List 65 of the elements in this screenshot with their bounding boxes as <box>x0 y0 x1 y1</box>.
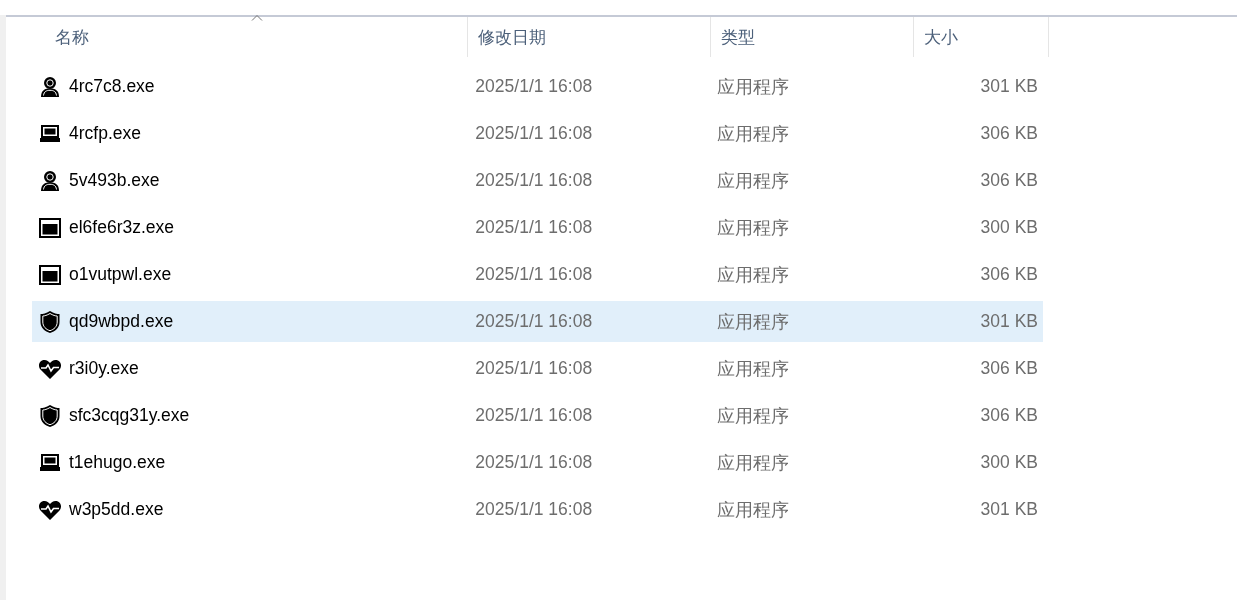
file-row[interactable]: o1vutpwl.exe 2025/1/1 16:08 应用程序 306 KB <box>32 254 1043 295</box>
file-size: 306 KB <box>980 405 1038 425</box>
laptop-icon <box>38 124 61 143</box>
file-name: t1ehugo.exe <box>69 452 166 473</box>
shield-icon <box>38 403 61 428</box>
file-size: 306 KB <box>980 123 1038 143</box>
file-type: 应用程序 <box>716 217 789 238</box>
file-size: 301 KB <box>980 311 1038 331</box>
file-row[interactable]: 5v493b.exe 2025/1/1 16:08 应用程序 306 KB <box>32 160 1043 201</box>
file-row[interactable]: 4rc7c8.exe 2025/1/1 16:08 应用程序 301 KB <box>32 66 1043 107</box>
modified-date: 2025/1/1 16:08 <box>475 452 593 472</box>
sort-caret-icon <box>250 14 263 21</box>
laptop-icon <box>38 453 61 472</box>
person-icon <box>38 75 61 98</box>
file-size: 306 KB <box>980 358 1038 378</box>
file-type: 应用程序 <box>716 311 789 332</box>
file-size: 306 KB <box>980 264 1038 284</box>
file-row[interactable]: qd9wbpd.exe 2025/1/1 16:08 应用程序 301 KB <box>32 301 1043 342</box>
file-name: w3p5dd.exe <box>69 499 164 520</box>
modified-date: 2025/1/1 16:08 <box>475 123 593 143</box>
column-header[interactable]: 修改日期 <box>468 17 711 57</box>
column-header[interactable]: 名称 <box>32 17 468 57</box>
file-row[interactable]: t1ehugo.exe 2025/1/1 16:08 应用程序 300 KB <box>32 442 1043 483</box>
column-header[interactable]: 类型 <box>711 17 914 57</box>
file-row[interactable]: r3i0y.exe 2025/1/1 16:08 应用程序 306 KB <box>32 348 1043 389</box>
file-type: 应用程序 <box>716 264 789 285</box>
file-type: 应用程序 <box>716 405 789 426</box>
file-size: 306 KB <box>980 170 1038 190</box>
window-icon <box>38 217 61 238</box>
modified-date: 2025/1/1 16:08 <box>475 217 593 237</box>
file-type: 应用程序 <box>716 499 789 520</box>
file-size: 300 KB <box>980 452 1038 472</box>
file-size: 301 KB <box>980 499 1038 519</box>
file-row[interactable]: sfc3cqg31y.exe 2025/1/1 16:08 应用程序 306 KB <box>32 395 1043 436</box>
file-row[interactable]: 4rcfp.exe 2025/1/1 16:08 应用程序 306 KB <box>32 113 1043 154</box>
modified-date: 2025/1/1 16:08 <box>475 170 593 190</box>
shield-icon <box>38 309 61 334</box>
file-row[interactable]: el6fe6r3z.exe 2025/1/1 16:08 应用程序 300 KB <box>32 207 1043 248</box>
file-name: r3i0y.exe <box>69 358 139 379</box>
file-type: 应用程序 <box>716 170 789 191</box>
file-name: el6fe6r3z.exe <box>69 217 175 238</box>
file-size: 301 KB <box>980 76 1038 96</box>
file-size: 300 KB <box>980 217 1038 237</box>
heart-icon <box>37 498 62 521</box>
file-name: qd9wbpd.exe <box>69 311 174 332</box>
file-type: 应用程序 <box>716 123 789 144</box>
file-name: o1vutpwl.exe <box>69 264 172 285</box>
file-row[interactable]: w3p5dd.exe 2025/1/1 16:08 应用程序 301 KB <box>32 489 1043 530</box>
file-type: 应用程序 <box>716 358 789 379</box>
window-icon <box>38 264 61 285</box>
heart-icon <box>37 357 62 380</box>
modified-date: 2025/1/1 16:08 <box>475 499 593 519</box>
modified-date: 2025/1/1 16:08 <box>475 264 593 284</box>
file-name: sfc3cqg31y.exe <box>69 405 190 426</box>
file-type: 应用程序 <box>716 76 789 97</box>
column-header[interactable]: 大小 <box>914 17 1049 57</box>
modified-date: 2025/1/1 16:08 <box>475 405 593 425</box>
person-icon <box>38 169 61 192</box>
modified-date: 2025/1/1 16:08 <box>475 311 593 331</box>
file-name: 5v493b.exe <box>69 170 160 191</box>
file-type: 应用程序 <box>716 452 789 473</box>
file-name: 4rc7c8.exe <box>69 76 155 97</box>
modified-date: 2025/1/1 16:08 <box>475 358 593 378</box>
file-name: 4rcfp.exe <box>69 123 141 144</box>
modified-date: 2025/1/1 16:08 <box>475 76 593 96</box>
